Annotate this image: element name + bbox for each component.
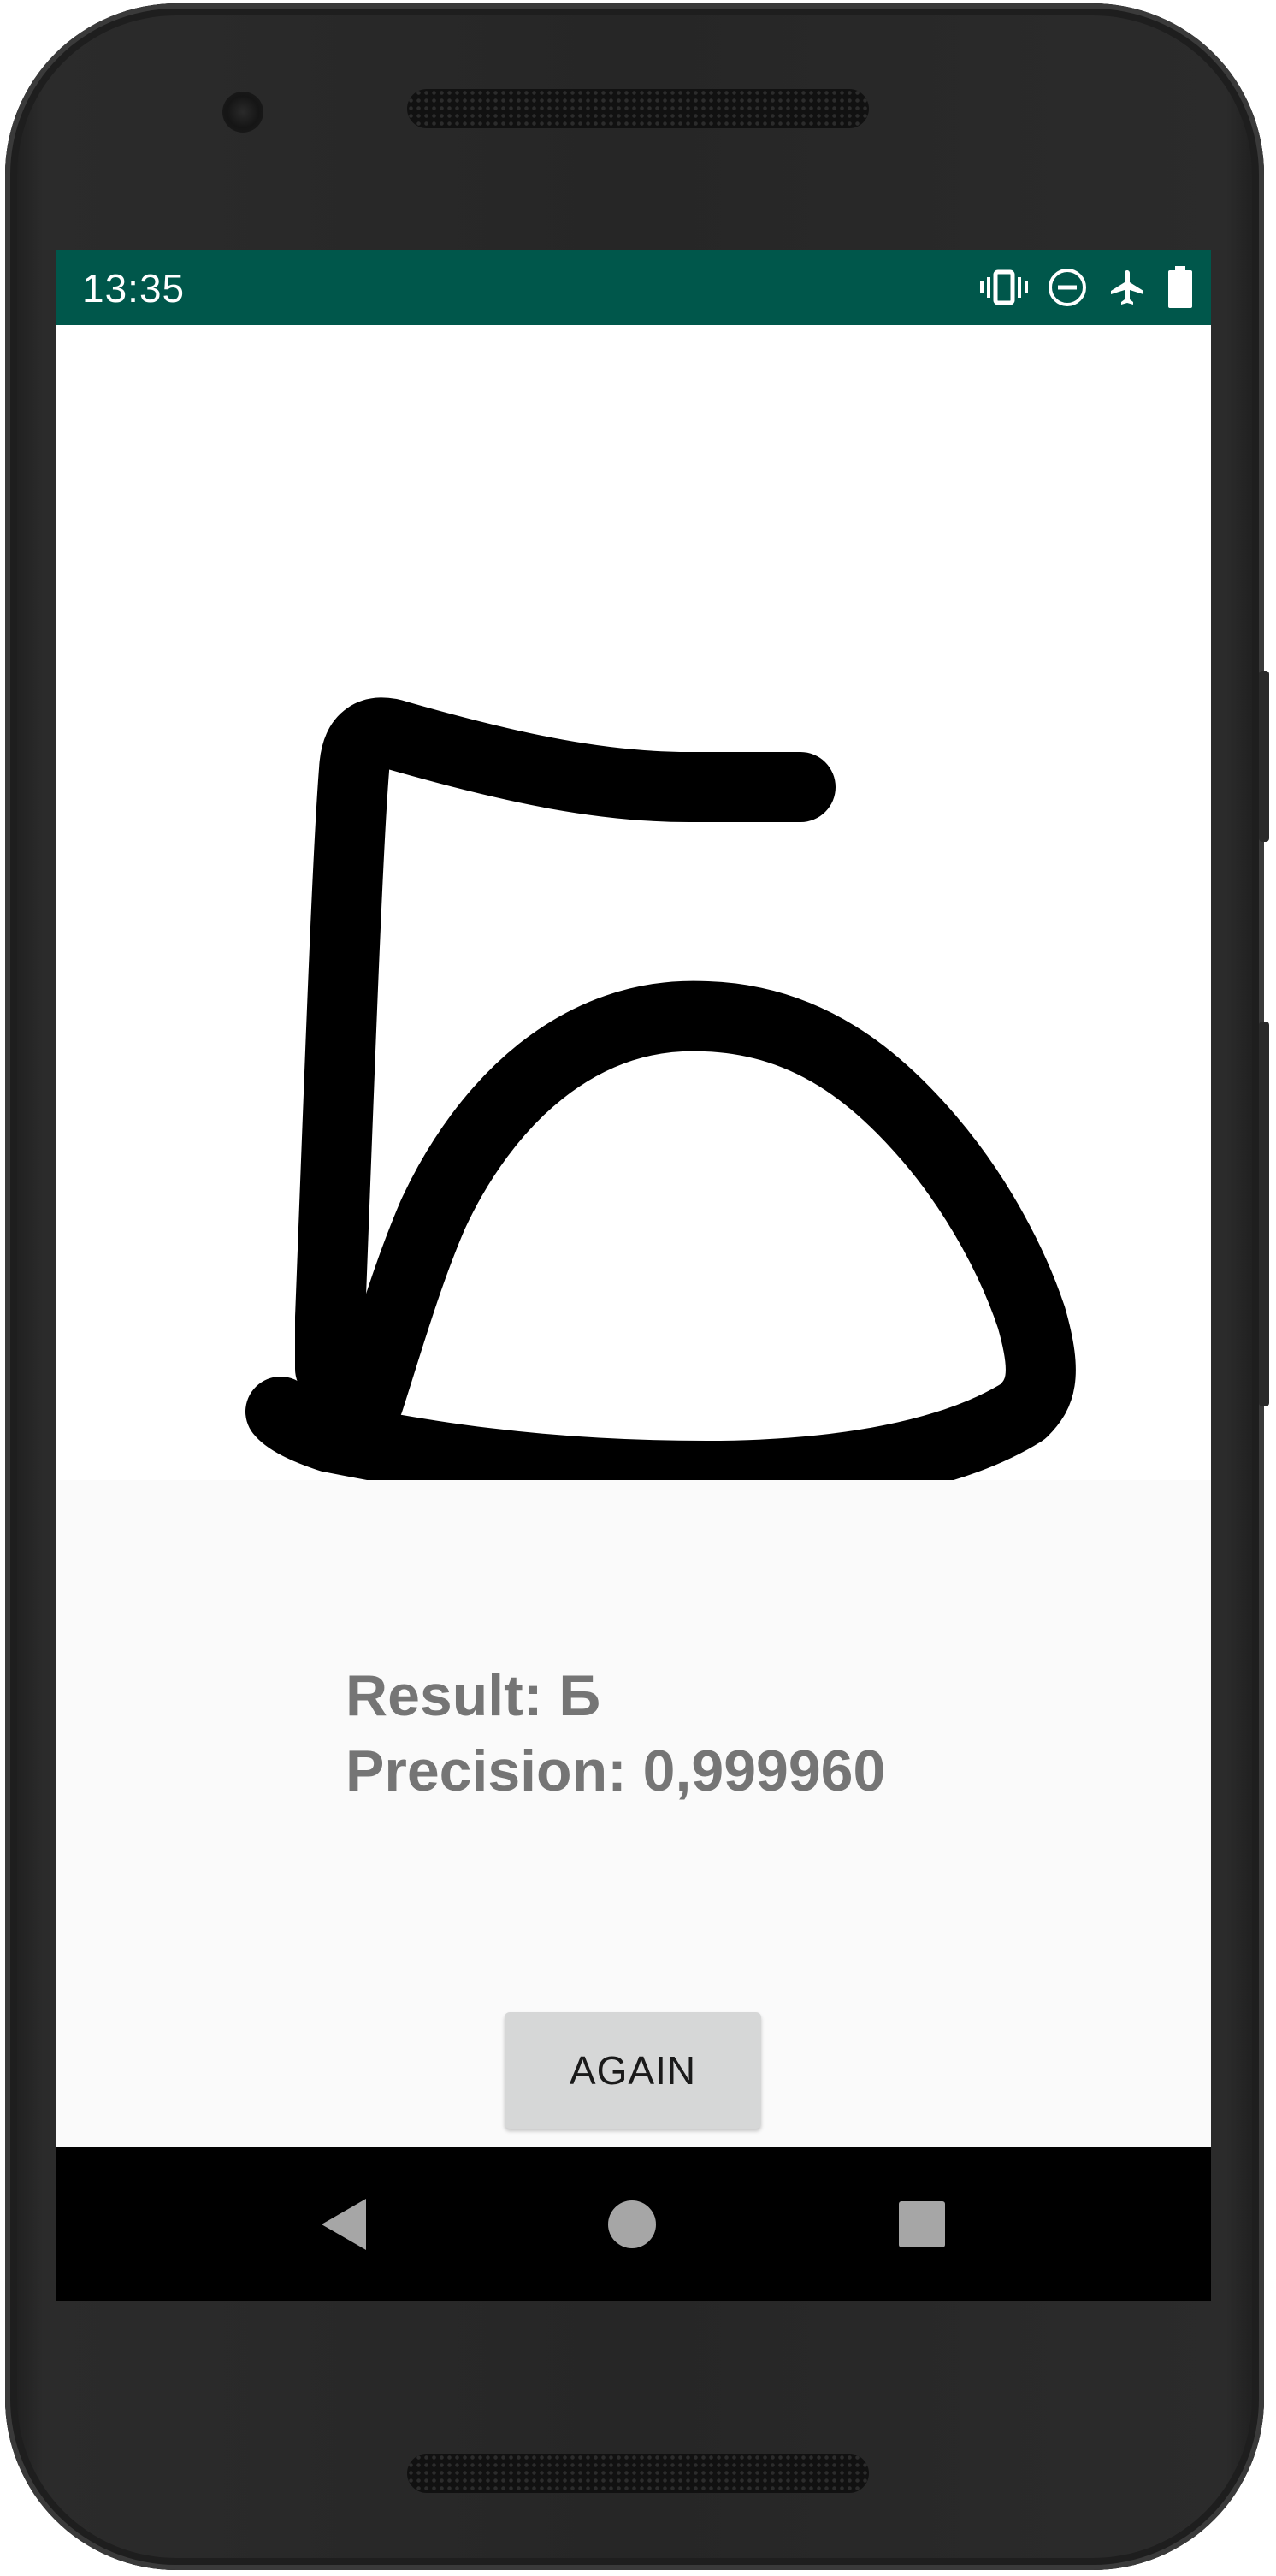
status-icons (980, 262, 1194, 313)
bottom-speaker (407, 2454, 869, 2493)
status-bar: 13:35 (56, 250, 1211, 325)
result-text: Result: Б Precision: 0,999960 (346, 1658, 885, 1809)
status-time: 13:35 (82, 266, 186, 311)
screenshot-stage: 13:35 Result: Б Precision: 0,999960 AGAI… (0, 0, 1276, 2576)
vibrate-icon (980, 269, 1028, 306)
result-label: Result: Б (346, 1663, 601, 1728)
result-panel: Result: Б Precision: 0,999960 AGAIN (56, 1480, 1211, 2147)
power-button (1259, 671, 1269, 842)
volume-button (1259, 1022, 1269, 1406)
drawing-canvas[interactable] (56, 325, 1211, 1511)
handwritten-stroke (245, 697, 1076, 1511)
top-speaker (407, 89, 869, 128)
front-camera (222, 92, 263, 133)
again-button[interactable]: AGAIN (505, 2012, 761, 2129)
precision-label: Precision: 0,999960 (346, 1738, 886, 1803)
recents-icon[interactable] (898, 2200, 946, 2248)
back-icon[interactable] (318, 2197, 369, 2252)
do-not-disturb-icon (1047, 267, 1088, 308)
navigation-bar (56, 2147, 1211, 2301)
airplane-mode-icon (1107, 267, 1148, 308)
phone-screen: 13:35 Result: Б Precision: 0,999960 AGAI… (56, 250, 1211, 2301)
battery-icon (1167, 266, 1194, 309)
home-icon[interactable] (607, 2200, 657, 2249)
